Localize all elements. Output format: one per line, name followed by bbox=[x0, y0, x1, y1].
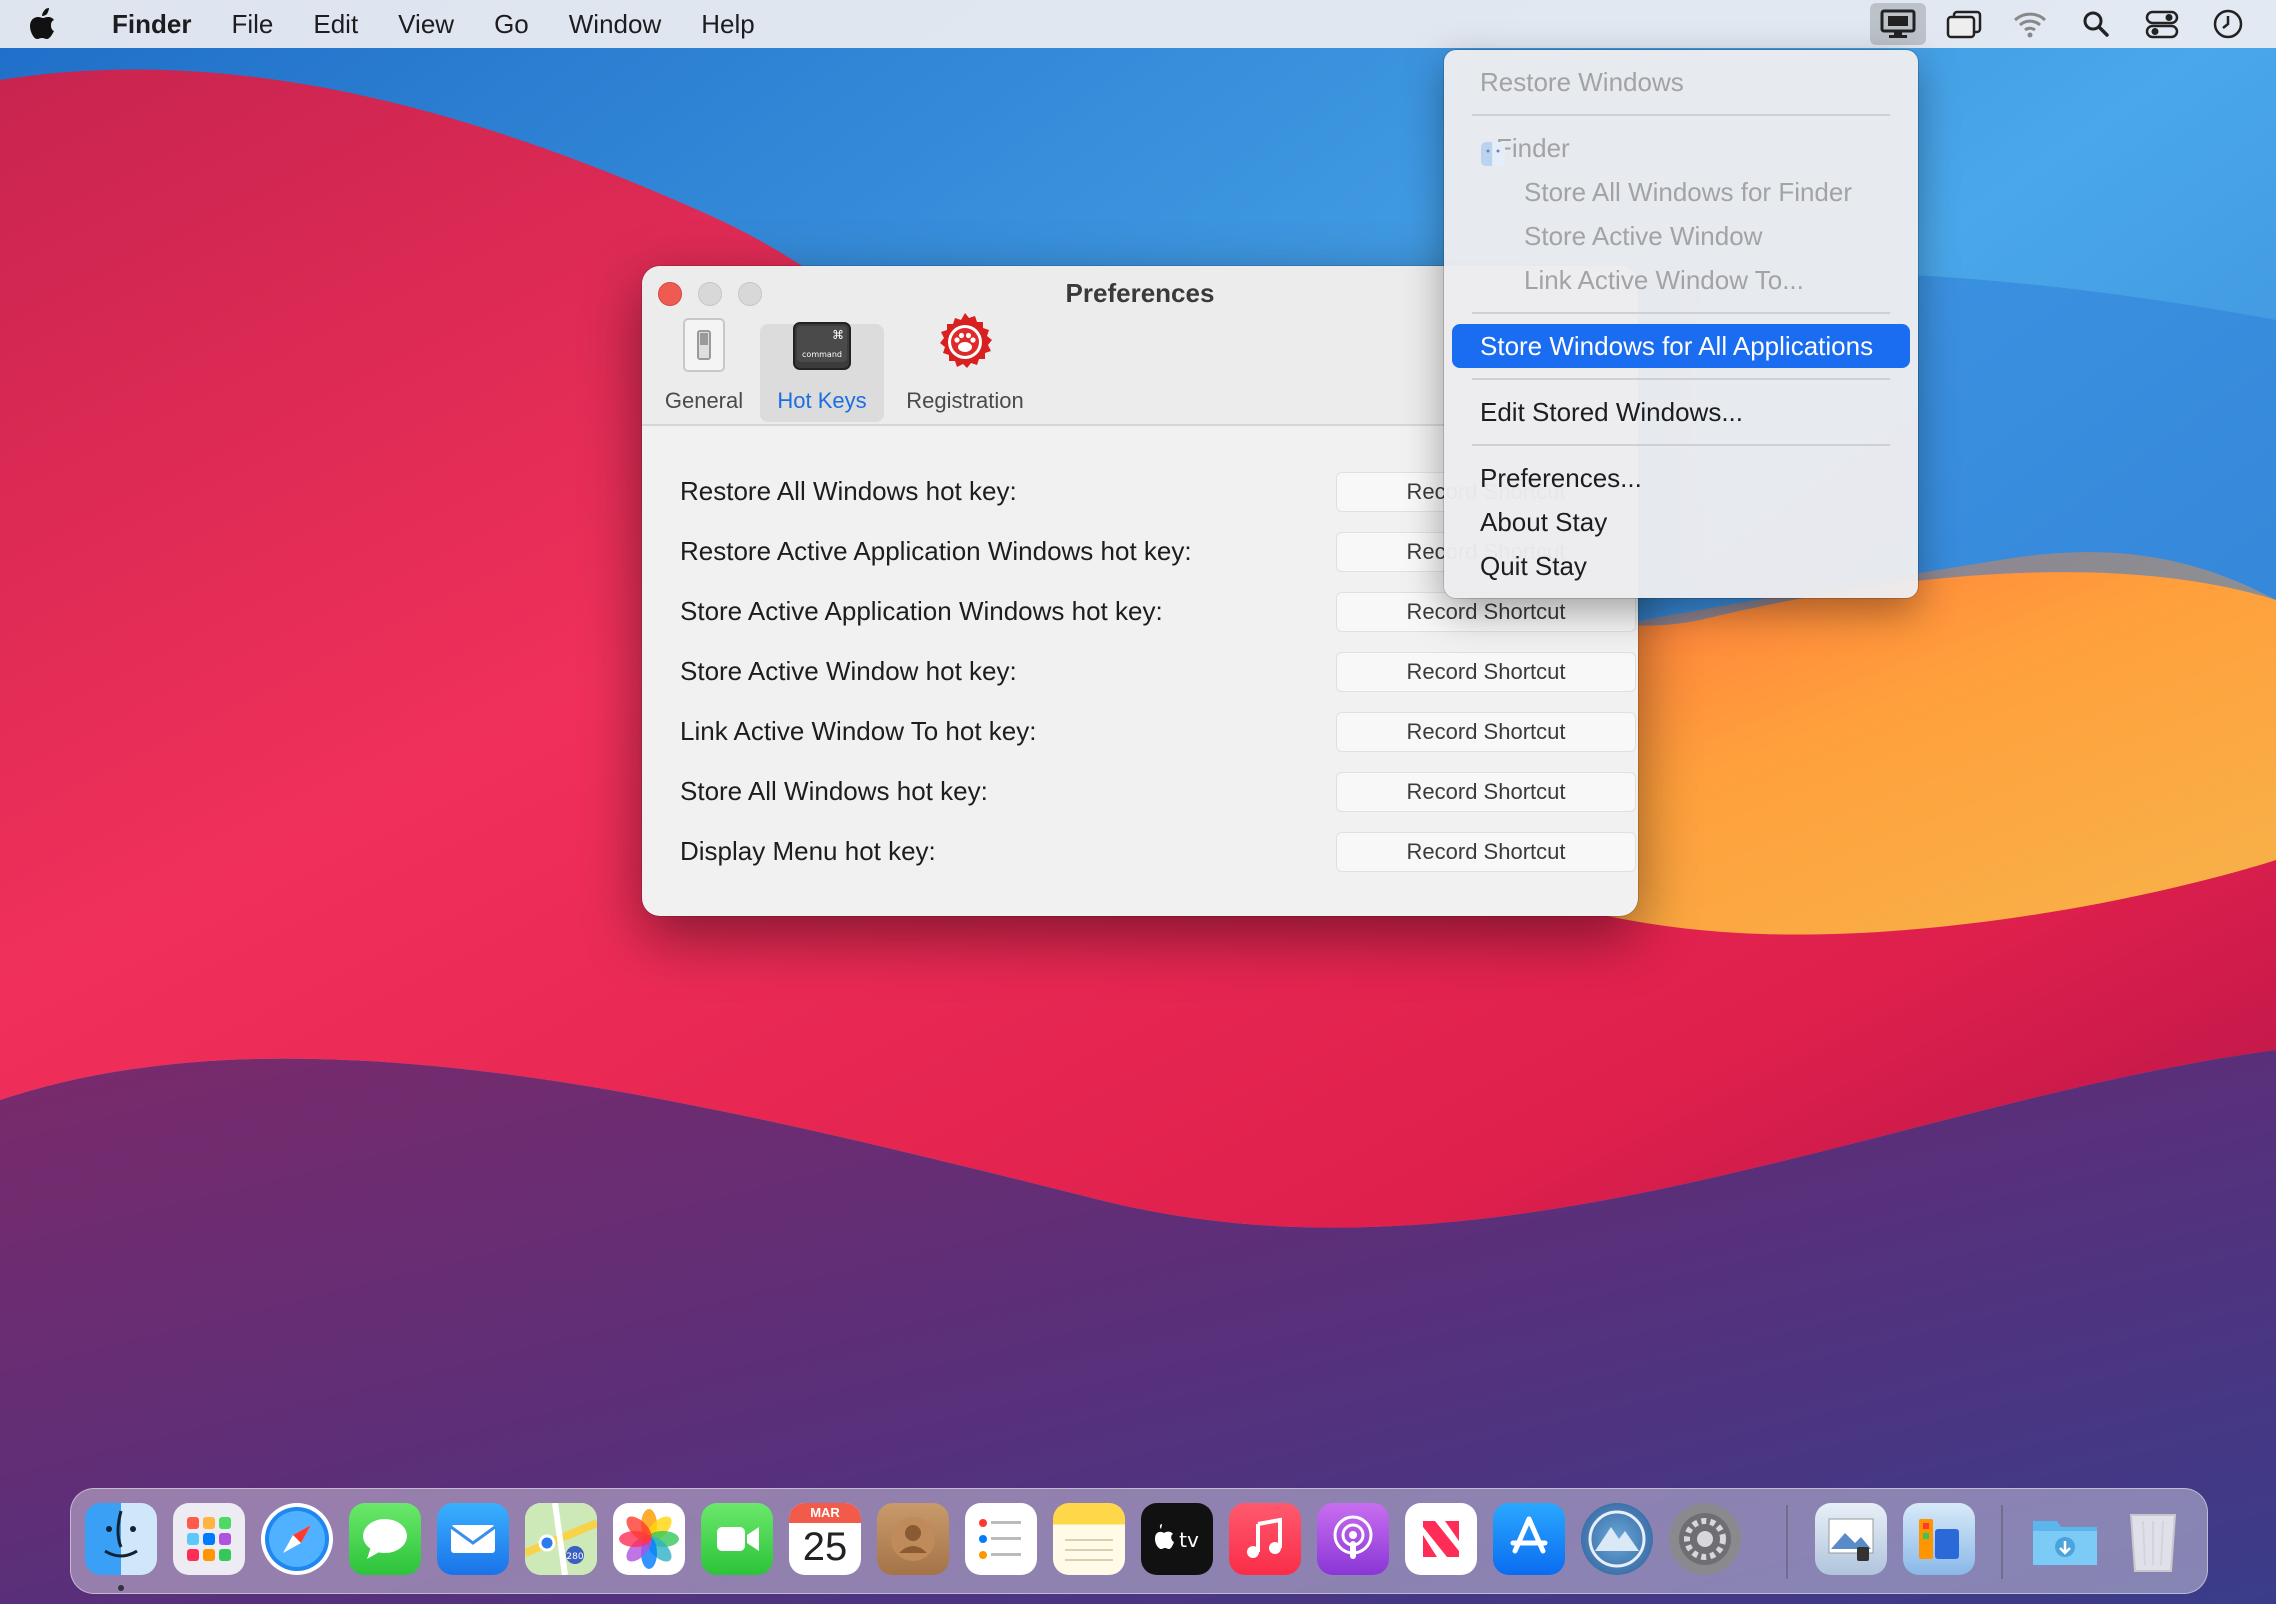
menu-file[interactable]: File bbox=[211, 0, 293, 48]
launchpad-dock-icon[interactable] bbox=[173, 1503, 245, 1575]
menu-item-link-active-window: Link Active Window To... bbox=[1524, 265, 1804, 295]
menu-header-finder-label: Finder bbox=[1496, 133, 1570, 163]
stay-status-menu: Restore Windows Finder Store All Windows… bbox=[1444, 50, 1918, 598]
hotkey-label: Store Active Application Windows hot key… bbox=[680, 596, 1163, 626]
menu-go[interactable]: Go bbox=[474, 0, 549, 48]
tv-dock-icon[interactable]: tv bbox=[1141, 1503, 1213, 1575]
stay-icon[interactable] bbox=[1870, 3, 1926, 45]
svg-text:⌘: ⌘ bbox=[832, 328, 844, 342]
switch-icon bbox=[676, 317, 732, 378]
menu-item-preferences[interactable]: Preferences... bbox=[1452, 456, 1910, 500]
maps-dock-icon[interactable]: 280 bbox=[525, 1503, 597, 1575]
hotkey-label: Restore All Windows hot key: bbox=[680, 476, 1017, 506]
hotkey-row: Store Active Application Windows hot key… bbox=[680, 592, 1636, 636]
calendar-month: MAR bbox=[789, 1503, 861, 1523]
music-dock-icon[interactable] bbox=[1229, 1503, 1301, 1575]
svg-text:command: command bbox=[802, 350, 842, 359]
reminders-dock-icon[interactable] bbox=[965, 1503, 1037, 1575]
messages-dock-icon[interactable] bbox=[349, 1503, 421, 1575]
tab-registration-label: Registration bbox=[906, 388, 1024, 413]
facetime-dock-icon[interactable] bbox=[701, 1503, 773, 1575]
menu-separator bbox=[1472, 312, 1890, 314]
menu-bar: Finder File Edit View Go Window Help bbox=[0, 0, 2276, 48]
notes-dock-icon[interactable] bbox=[1053, 1503, 1125, 1575]
record-shortcut-button[interactable]: Record Shortcut bbox=[1336, 652, 1636, 692]
menu-separator bbox=[1472, 114, 1890, 116]
status-area bbox=[1870, 0, 2256, 48]
apple-menu-icon[interactable] bbox=[28, 0, 86, 48]
menu-app-name[interactable]: Finder bbox=[86, 0, 211, 48]
trash-dock-icon[interactable] bbox=[2117, 1503, 2189, 1575]
hotkey-row: Display Menu hot key: Record Shortcut bbox=[680, 832, 1636, 876]
svg-text:280: 280 bbox=[566, 1552, 583, 1562]
menu-separator bbox=[1472, 378, 1890, 380]
photos-dock-icon[interactable] bbox=[613, 1503, 685, 1575]
menu-item-store-all-finder: Store All Windows for Finder bbox=[1524, 177, 1853, 207]
calendar-day: 25 bbox=[802, 1525, 848, 1569]
tab-hot-keys[interactable]: ⌘ command Hot Keys bbox=[760, 321, 884, 422]
menu-view[interactable]: View bbox=[378, 0, 474, 48]
downloads-dock-icon[interactable] bbox=[2029, 1503, 2101, 1575]
paw-badge-icon bbox=[934, 311, 996, 378]
tab-hot-keys-label: Hot Keys bbox=[777, 388, 867, 413]
menu-separator bbox=[1472, 444, 1890, 446]
hotkey-label: Store All Windows hot key: bbox=[680, 776, 988, 806]
hotkey-label: Restore Active Application Windows hot k… bbox=[680, 536, 1192, 566]
hotkey-label: Display Menu hot key: bbox=[680, 836, 936, 866]
finder-dock-icon[interactable] bbox=[85, 1503, 157, 1575]
preview-dock-icon[interactable] bbox=[1815, 1503, 1887, 1575]
calendar-dock-icon[interactable]: MAR 25 bbox=[789, 1503, 861, 1575]
menu-item-restore-windows: Restore Windows bbox=[1480, 67, 1684, 97]
podcasts-dock-icon[interactable] bbox=[1317, 1503, 1389, 1575]
search-icon[interactable] bbox=[2068, 3, 2124, 45]
news-dock-icon[interactable] bbox=[1405, 1503, 1477, 1575]
hotkey-row: Link Active Window To hot key: Record Sh… bbox=[680, 712, 1636, 756]
hotkey-row: Store All Windows hot key: Record Shortc… bbox=[680, 772, 1636, 816]
svg-text:tv: tv bbox=[1179, 1528, 1199, 1552]
menu-item-edit-stored[interactable]: Edit Stored Windows... bbox=[1452, 390, 1910, 434]
record-shortcut-button[interactable]: Record Shortcut bbox=[1336, 832, 1636, 872]
tab-general[interactable]: General bbox=[654, 318, 754, 422]
record-shortcut-button[interactable]: Record Shortcut bbox=[1336, 772, 1636, 812]
menu-item-quit[interactable]: Quit Stay bbox=[1452, 544, 1910, 588]
menu-header-finder: Finder bbox=[1452, 126, 1910, 170]
clock-icon[interactable] bbox=[2200, 3, 2256, 45]
menu-item-store-active-window: Store Active Window bbox=[1524, 221, 1763, 251]
control-center-icon[interactable] bbox=[2134, 3, 2190, 45]
hotkey-label: Link Active Window To hot key: bbox=[680, 716, 1037, 746]
hotkey-row: Store Active Window hot key: Record Shor… bbox=[680, 652, 1636, 696]
dock-separator bbox=[1786, 1505, 1788, 1579]
menu-help[interactable]: Help bbox=[681, 0, 774, 48]
running-indicator bbox=[118, 1585, 124, 1591]
big-sur-installer-dock-icon[interactable] bbox=[1581, 1503, 1653, 1575]
stay-dock-icon[interactable] bbox=[1903, 1503, 1975, 1575]
record-shortcut-button[interactable]: Record Shortcut bbox=[1336, 592, 1636, 632]
command-key-icon: ⌘ command bbox=[792, 321, 852, 378]
contacts-dock-icon[interactable] bbox=[877, 1503, 949, 1575]
system-preferences-dock-icon[interactable] bbox=[1669, 1503, 1741, 1575]
hotkey-label: Store Active Window hot key: bbox=[680, 656, 1017, 686]
mail-dock-icon[interactable] bbox=[437, 1503, 509, 1575]
wifi-icon[interactable] bbox=[2002, 3, 2058, 45]
dock-separator bbox=[2001, 1505, 2003, 1579]
menu-edit[interactable]: Edit bbox=[293, 0, 378, 48]
window-icon[interactable] bbox=[1936, 3, 1992, 45]
safari-dock-icon[interactable] bbox=[261, 1503, 333, 1575]
tab-registration[interactable]: Registration bbox=[892, 313, 1038, 422]
record-shortcut-button[interactable]: Record Shortcut bbox=[1336, 712, 1636, 752]
menu-item-store-all-apps[interactable]: Store Windows for All Applications bbox=[1452, 324, 1910, 368]
app-store-dock-icon[interactable] bbox=[1493, 1503, 1565, 1575]
dock: 280 MAR 25 tv bbox=[70, 1488, 2208, 1594]
menu-window[interactable]: Window bbox=[549, 0, 681, 48]
tab-general-label: General bbox=[664, 388, 744, 413]
menu-item-about[interactable]: About Stay bbox=[1452, 500, 1910, 544]
